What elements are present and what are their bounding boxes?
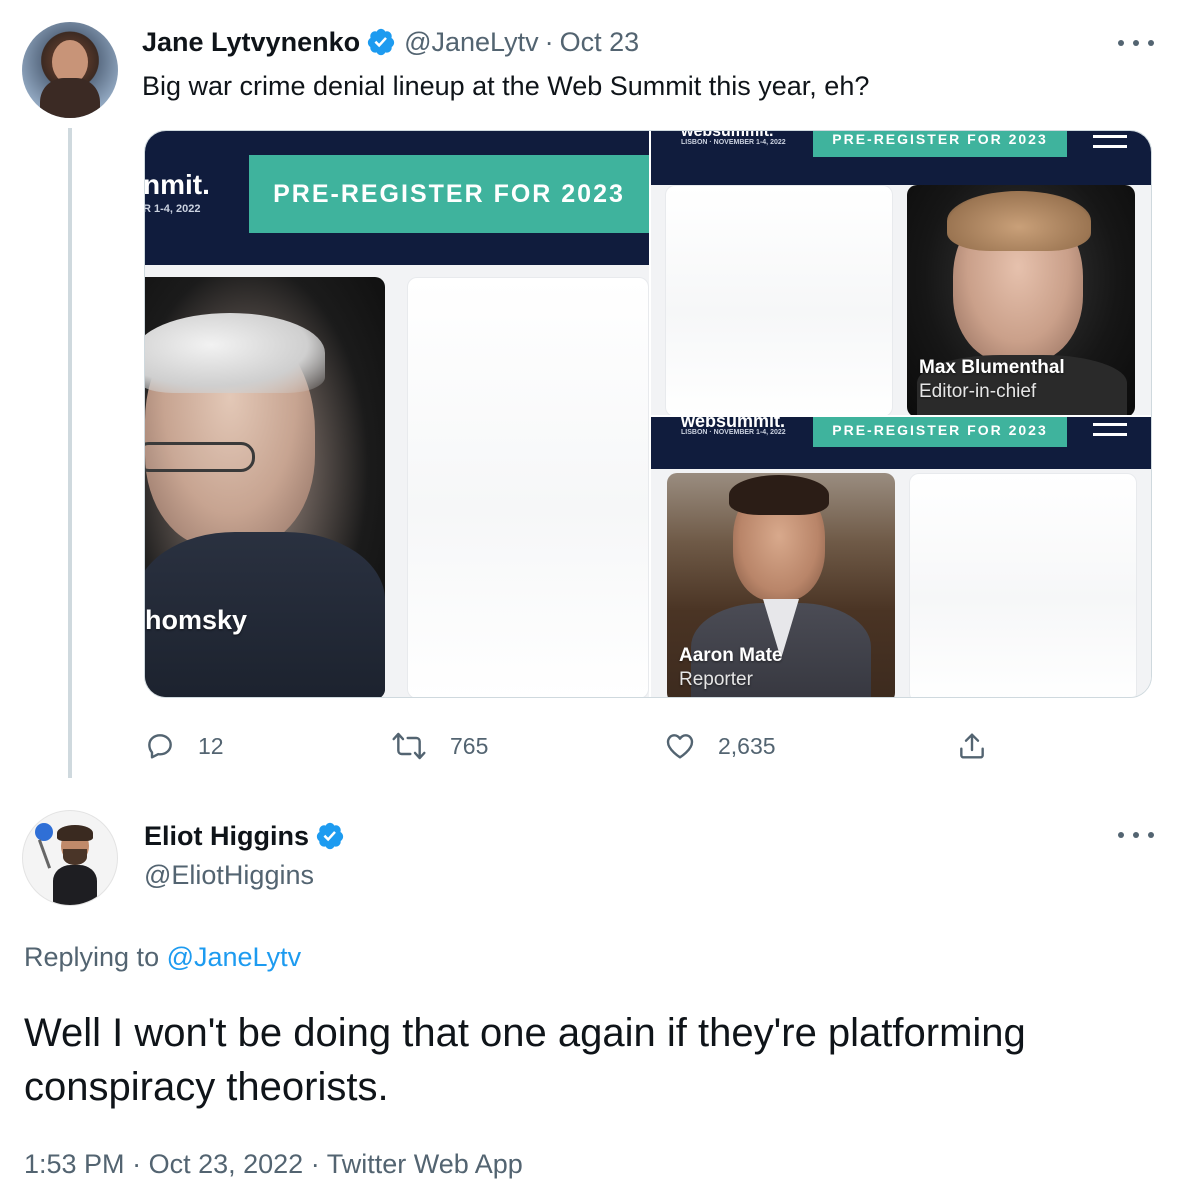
websummit-logo: nmit. [145, 169, 210, 200]
preregister-banner: PRE-REGISTER FOR 2023 [249, 155, 649, 233]
tweet1-media-grid[interactable]: nmit. R 1-4, 2022 PRE-REGISTER FOR 2023 … [144, 130, 1152, 698]
share-icon [960, 733, 984, 759]
mate-role: Reporter [679, 669, 753, 690]
hamburger-menu-icon [1093, 135, 1127, 155]
tweet1-date[interactable]: Oct 23 [560, 27, 640, 58]
media-image-3[interactable]: websummit. LISBON · NOVEMBER 1-4, 2022 P… [651, 417, 1151, 697]
blumenthal-role: Editor-in-chief [919, 381, 1037, 402]
verified-badge-icon [316, 822, 344, 850]
more-options-icon[interactable] [1118, 38, 1154, 48]
tweet2-handle[interactable]: @EliotHiggins [144, 858, 314, 892]
websummit-dates: LISBON · NOVEMBER 1-4, 2022 [681, 139, 786, 146]
replying-to-label: Replying to [24, 942, 167, 972]
reply-count: 12 [198, 732, 224, 759]
speaker-card-blank-1 [407, 277, 649, 697]
replying-to-link[interactable]: @JaneLytv [167, 942, 301, 972]
tweet2-date[interactable]: Oct 23, 2022 [149, 1149, 304, 1179]
tweet2-header: Eliot Higgins [144, 818, 353, 854]
verified-badge-icon [367, 28, 395, 56]
share-button[interactable] [956, 728, 988, 764]
retweet-count: 765 [450, 732, 489, 759]
hamburger-menu-icon [1093, 423, 1127, 443]
retweet-icon [392, 732, 426, 760]
websummit-dates: R 1-4, 2022 [145, 203, 201, 215]
media-image-1[interactable]: nmit. R 1-4, 2022 PRE-REGISTER FOR 2023 … [145, 131, 649, 697]
meta-separator: · [310, 1149, 320, 1179]
tweet1-handle[interactable]: @JaneLytv [404, 27, 538, 58]
meta-separator: · [132, 1149, 142, 1179]
more-options-icon[interactable] [1118, 830, 1154, 840]
thread-connector-line [68, 128, 72, 778]
tweet1-display-name[interactable]: Jane Lytvynenko [142, 27, 360, 58]
tweet1-text: Big war crime denial lineup at the Web S… [142, 71, 870, 101]
preregister-banner: PRE-REGISTER FOR 2023 [813, 417, 1067, 447]
tweet2-display-name[interactable]: Eliot Higgins [144, 821, 309, 852]
preregister-banner: PRE-REGISTER FOR 2023 [813, 131, 1067, 157]
websummit-dates: LISBON · NOVEMBER 1-4, 2022 [681, 429, 786, 436]
tweet2-meta: 1:53 PM · Oct 23, 2022 · Twitter Web App [24, 1146, 523, 1182]
media-image-2[interactable]: websummit. LISBON · NOVEMBER 1-4, 2022 P… [651, 131, 1151, 415]
like-button[interactable]: 2,635 [664, 728, 776, 764]
blumenthal-name: Max Blumenthal [919, 357, 1065, 378]
reply-icon [148, 734, 172, 759]
like-count: 2,635 [718, 732, 776, 759]
avatar-jane[interactable] [22, 22, 118, 118]
tweet2-time[interactable]: 1:53 PM [24, 1149, 125, 1179]
reply-button[interactable]: 12 [144, 728, 224, 764]
replying-to: Replying to @JaneLytv [24, 940, 301, 974]
retweet-button[interactable]: 765 [390, 728, 488, 764]
avatar-eliot[interactable] [22, 810, 118, 906]
tweet2-text: Well I won't be doing that one again if … [24, 1011, 1026, 1109]
chomsky-caption: homsky [145, 605, 248, 635]
mate-name: Aaron Mate [679, 645, 783, 666]
like-icon [666, 734, 694, 759]
speaker-card-blank-3 [909, 473, 1137, 697]
tweet1-header: Jane Lytvynenko @JaneLytv · Oct 23 [142, 24, 639, 60]
tweet1-separator: · [544, 26, 554, 57]
tweet2-source[interactable]: Twitter Web App [327, 1149, 523, 1179]
speaker-card-blank-2 [665, 185, 893, 415]
